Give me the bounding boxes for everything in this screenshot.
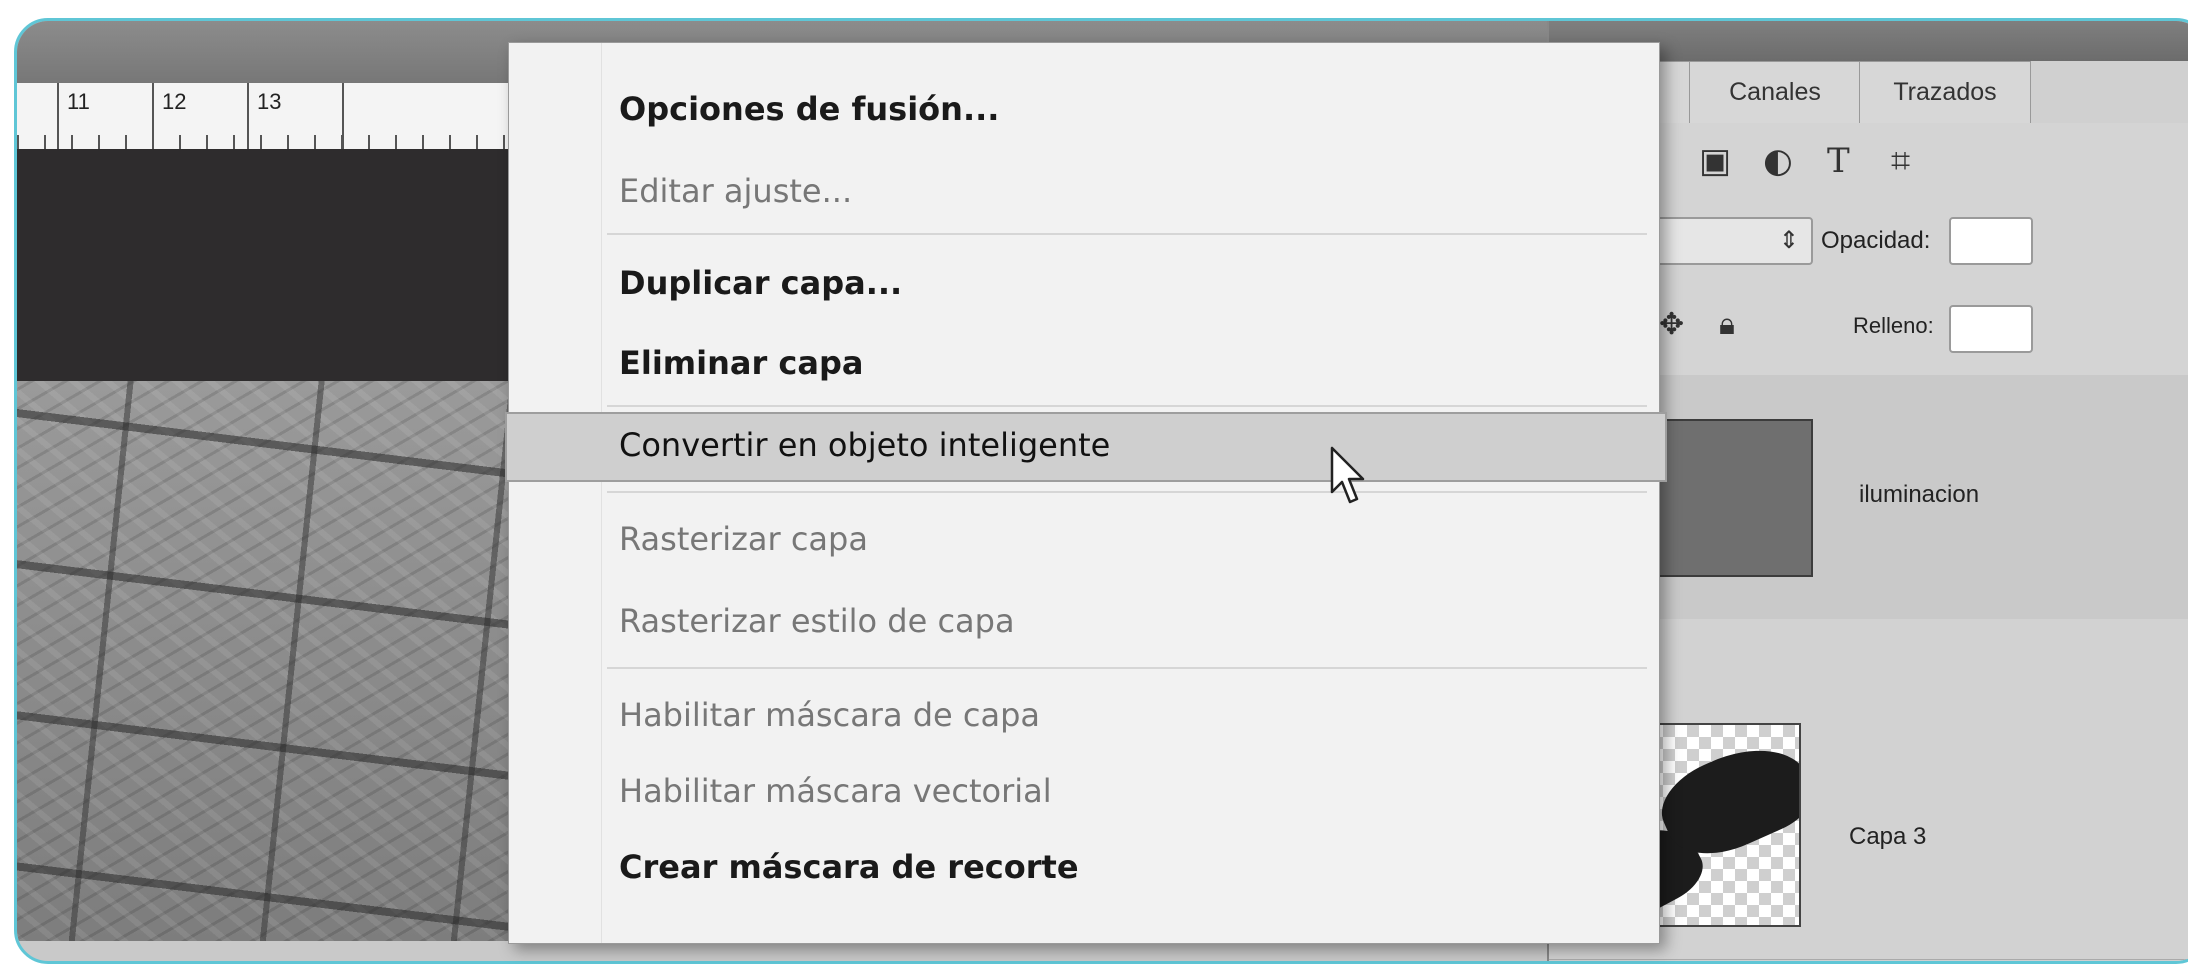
opacity-input[interactable] <box>1949 217 2033 265</box>
ruler-major-tick <box>57 83 59 149</box>
layer-name[interactable]: iluminacion <box>1859 481 1979 509</box>
menu-item-convert-smart-object[interactable]: Convertir en objeto inteligente <box>619 417 1110 473</box>
menu-item-delete-layer[interactable]: Eliminar capa <box>619 335 863 391</box>
ruler-mark: 12 <box>162 89 187 114</box>
image-icon[interactable]: ▣ <box>1699 141 1731 181</box>
menu-item-edit-adjustment[interactable]: Editar ajuste... <box>619 163 852 219</box>
ruler-mark: 13 <box>257 89 282 114</box>
menu-item-create-clipping-mask[interactable]: Crear máscara de recorte <box>619 839 1079 895</box>
opacity-label: Opacidad: <box>1821 227 1931 254</box>
shape-icon[interactable]: ⌗ <box>1891 141 1910 181</box>
menu-item-enable-layer-mask[interactable]: Habilitar máscara de capa <box>619 687 1040 743</box>
menu-item-rasterize-layer[interactable]: Rasterizar capa <box>619 511 868 567</box>
menu-separator <box>607 667 1647 669</box>
type-T-icon[interactable]: T <box>1827 141 1850 181</box>
adjustment-icon[interactable]: ◐ <box>1763 141 1793 181</box>
layer-name[interactable]: Capa 3 <box>1849 823 1926 851</box>
mouse-pointer-icon <box>1330 446 1365 504</box>
layer-context-menu: Opciones de fusión... Editar ajuste... D… <box>505 42 1667 944</box>
menu-separator <box>607 491 1647 493</box>
tab-canales[interactable]: Canales <box>1689 61 1861 124</box>
menu-item-blending-options[interactable]: Opciones de fusión... <box>619 81 999 137</box>
ruler-major-tick <box>152 83 154 149</box>
move-icon[interactable]: ✥ <box>1659 305 1684 345</box>
menu-item-duplicate-layer[interactable]: Duplicar capa... <box>619 255 902 311</box>
ruler-major-tick <box>247 83 249 149</box>
tab-trazados[interactable]: Trazados <box>1859 61 2031 124</box>
fill-input[interactable] <box>1949 305 2033 353</box>
ruler-major-tick <box>342 83 344 149</box>
lock-icon[interactable]: 🔒︎ <box>1719 305 1735 345</box>
menu-separator <box>607 405 1647 407</box>
ruler-mark: 11 <box>67 89 90 114</box>
menu-separator <box>607 233 1647 235</box>
menu-item-enable-vector-mask[interactable]: Habilitar máscara vectorial <box>619 763 1052 819</box>
fill-label: Relleno: <box>1853 313 1934 338</box>
menu-item-rasterize-layer-style[interactable]: Rasterizar estilo de capa <box>619 593 1015 649</box>
updown-arrow-icon: ⇕ <box>1778 227 1799 254</box>
menu-icon-gutter <box>509 43 602 943</box>
